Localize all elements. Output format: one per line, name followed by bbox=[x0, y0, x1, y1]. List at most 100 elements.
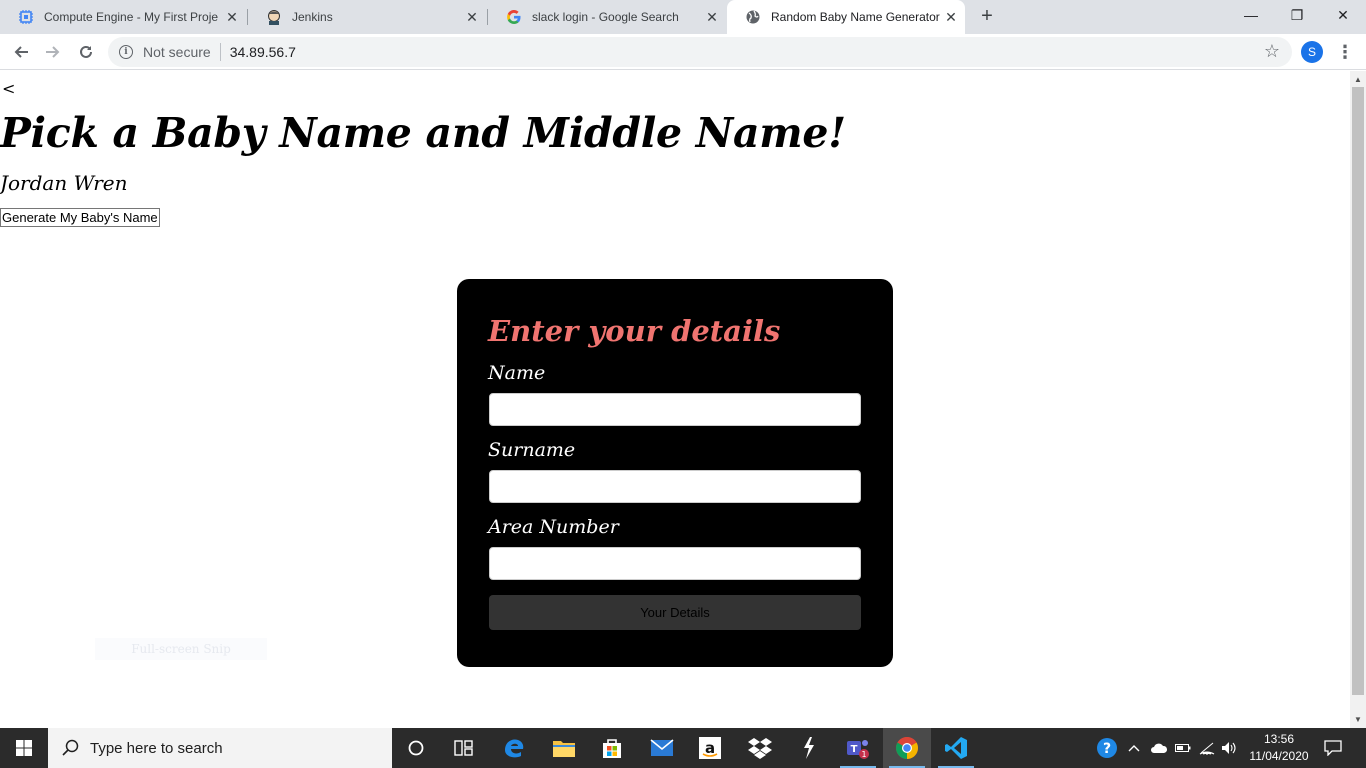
minimize-button[interactable]: — bbox=[1228, 0, 1274, 30]
jenkins-icon bbox=[266, 9, 282, 25]
dropbox-button[interactable] bbox=[736, 728, 784, 768]
close-icon[interactable]: ✕ bbox=[704, 9, 720, 25]
cortana-circle-icon bbox=[408, 740, 424, 756]
store-bag-icon bbox=[603, 739, 621, 758]
action-center-button[interactable] bbox=[1318, 728, 1348, 768]
name-input[interactable] bbox=[489, 393, 861, 426]
new-tab-button[interactable]: + bbox=[976, 5, 998, 27]
your-details-button[interactable]: Your Details bbox=[489, 595, 861, 630]
vscode-button[interactable] bbox=[932, 728, 980, 768]
volume-tray-button[interactable] bbox=[1218, 728, 1240, 768]
task-view-button[interactable] bbox=[440, 728, 488, 768]
generate-name-button[interactable]: Generate My Baby's Name bbox=[0, 208, 160, 227]
snip-overlay-ghost: Full-screen Snip bbox=[95, 638, 267, 660]
tab-google-search[interactable]: slack login - Google Search ✕ bbox=[488, 0, 726, 34]
tab-title: slack login - Google Search bbox=[532, 10, 679, 24]
page-title: Pick a Baby Name and Middle Name! bbox=[0, 109, 846, 157]
battery-icon bbox=[1175, 744, 1191, 752]
page-viewport: < Pick a Baby Name and Middle Name! Jord… bbox=[0, 71, 1350, 728]
close-icon[interactable]: ✕ bbox=[943, 9, 959, 25]
show-hidden-icons-button[interactable] bbox=[1126, 728, 1142, 768]
globe-icon bbox=[745, 9, 761, 25]
info-icon[interactable]: i bbox=[119, 45, 133, 59]
amazon-button[interactable]: a bbox=[686, 728, 734, 768]
cloud-icon bbox=[1151, 743, 1168, 753]
tab-compute-engine[interactable]: Compute Engine - My First Proje ✕ bbox=[0, 0, 246, 34]
generated-baby-name: Jordan Wren bbox=[0, 171, 128, 195]
security-label: Not secure bbox=[143, 44, 211, 60]
url-text: 34.89.56.7 bbox=[229, 44, 296, 60]
store-button[interactable] bbox=[588, 728, 636, 768]
task-view-icon bbox=[454, 740, 473, 756]
mail-button[interactable] bbox=[638, 728, 686, 768]
omnibox-divider bbox=[219, 43, 221, 61]
scrollbar-thumb[interactable] bbox=[1352, 87, 1364, 695]
tab-random-baby-name[interactable]: Random Baby Name Generator ✕ bbox=[727, 0, 965, 34]
battery-tray-button[interactable] bbox=[1172, 728, 1194, 768]
taskbar-search-box[interactable]: Type here to search bbox=[48, 728, 392, 768]
teams-icon: T1 bbox=[847, 740, 869, 759]
lightning-app-icon bbox=[804, 737, 814, 759]
details-form-card: Enter your details Name Surname Area Num… bbox=[457, 279, 893, 667]
back-link[interactable]: < bbox=[2, 79, 15, 98]
compute-engine-icon bbox=[18, 9, 34, 25]
reload-icon bbox=[80, 45, 92, 58]
chevron-up-icon bbox=[1128, 745, 1140, 752]
cortana-button[interactable] bbox=[392, 728, 440, 768]
forward-button[interactable] bbox=[40, 39, 66, 65]
name-label: Name bbox=[488, 362, 546, 384]
close-icon[interactable]: ✕ bbox=[224, 9, 240, 25]
clock-date: 11/04/2020 bbox=[1249, 749, 1309, 763]
dropbox-icon bbox=[748, 738, 772, 759]
speaker-icon bbox=[1222, 742, 1236, 754]
arrow-right-icon bbox=[46, 46, 60, 58]
close-icon[interactable]: ✕ bbox=[464, 9, 480, 25]
area-number-input[interactable] bbox=[489, 547, 861, 580]
folder-icon bbox=[553, 741, 575, 757]
scroll-down-icon[interactable]: ▼ bbox=[1354, 715, 1362, 724]
vscode-icon bbox=[945, 737, 967, 759]
clock-time: 13:56 bbox=[1263, 732, 1295, 746]
browser-tab-strip: Compute Engine - My First Proje ✕ Jenkin… bbox=[0, 0, 1366, 34]
windows-logo-icon bbox=[16, 740, 32, 756]
back-button[interactable] bbox=[8, 39, 34, 65]
vertical-scrollbar[interactable]: ▲ ▼ bbox=[1350, 71, 1366, 728]
onedrive-tray-button[interactable] bbox=[1148, 728, 1170, 768]
menu-dots-icon[interactable]: ⋮ bbox=[1336, 40, 1354, 64]
google-icon bbox=[506, 9, 522, 25]
tab-title: Random Baby Name Generator bbox=[771, 10, 940, 24]
surname-input[interactable] bbox=[489, 470, 861, 503]
surname-label: Surname bbox=[488, 439, 576, 461]
close-window-button[interactable]: ✕ bbox=[1320, 0, 1366, 30]
svg-text:1: 1 bbox=[861, 750, 866, 759]
wifi-icon bbox=[1199, 742, 1215, 755]
svg-text:T: T bbox=[851, 744, 858, 755]
profile-avatar[interactable]: S bbox=[1301, 41, 1323, 63]
app-button[interactable] bbox=[784, 728, 832, 768]
notification-icon bbox=[1324, 740, 1342, 756]
scroll-up-icon[interactable]: ▲ bbox=[1354, 75, 1362, 84]
chrome-button[interactable] bbox=[883, 728, 931, 768]
help-tray-button[interactable]: ? bbox=[1094, 728, 1120, 768]
reload-button[interactable] bbox=[73, 39, 99, 65]
search-icon bbox=[62, 739, 79, 756]
bookmark-star-icon[interactable]: ☆ bbox=[1264, 41, 1280, 62]
taskbar-clock[interactable]: 13:56 11/04/2020 bbox=[1244, 731, 1314, 765]
teams-button[interactable]: T1 bbox=[834, 728, 882, 768]
svg-text:?: ? bbox=[1103, 741, 1111, 757]
wifi-tray-button[interactable] bbox=[1196, 728, 1218, 768]
start-button[interactable] bbox=[0, 728, 48, 768]
area-number-label: Area Number bbox=[488, 516, 619, 538]
form-title: Enter your details bbox=[488, 314, 781, 348]
address-bar[interactable]: i Not secure 34.89.56.7 ☆ bbox=[108, 37, 1292, 67]
edge-button[interactable] bbox=[490, 728, 538, 768]
help-icon: ? bbox=[1097, 738, 1117, 758]
file-explorer-button[interactable] bbox=[540, 728, 588, 768]
arrow-left-icon bbox=[14, 46, 28, 58]
browser-toolbar: i Not secure 34.89.56.7 ☆ S ⋮ bbox=[0, 34, 1366, 70]
restore-button[interactable]: ❐ bbox=[1274, 0, 1320, 30]
amazon-icon: a bbox=[699, 737, 721, 759]
tab-jenkins[interactable]: Jenkins ✕ bbox=[248, 0, 486, 34]
chrome-icon bbox=[896, 737, 918, 759]
svg-text:a: a bbox=[705, 739, 715, 757]
